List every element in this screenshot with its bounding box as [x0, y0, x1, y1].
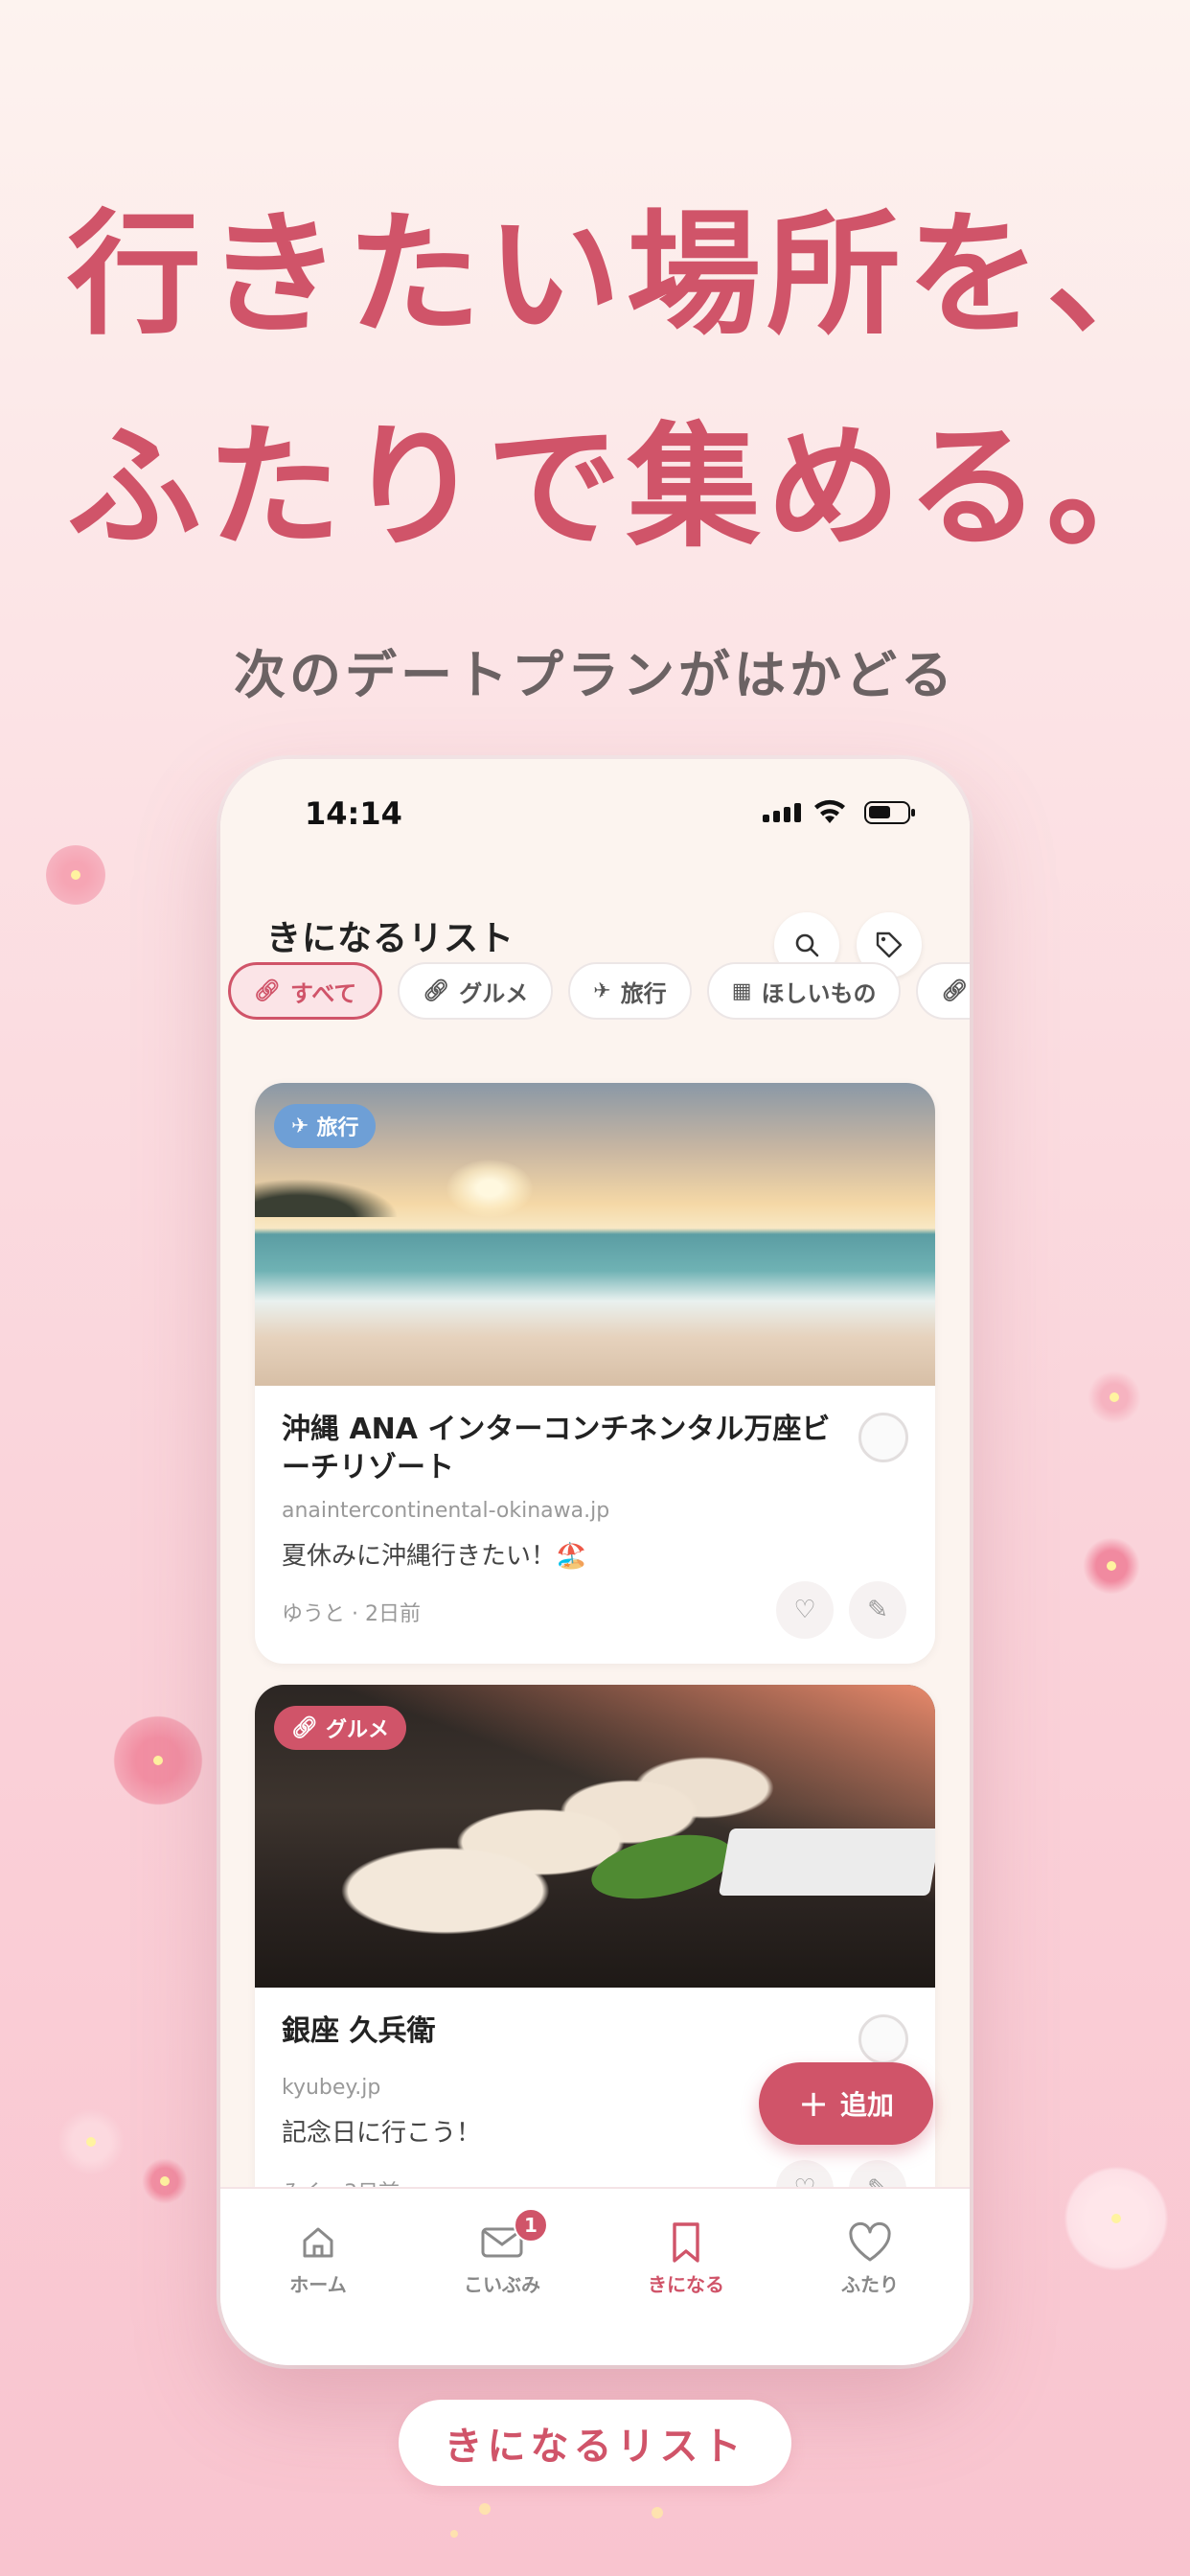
- bookmark-icon: [609, 2216, 763, 2269]
- tab-home[interactable]: ホーム: [241, 2216, 395, 2297]
- unread-badge: 1: [514, 2208, 548, 2242]
- card-meta: ゆうと · 2日前: [282, 1602, 421, 1626]
- gift-icon: ▦: [731, 978, 752, 1003]
- phone-frame: 14:14 きになるリスト 🔗︎すべて 🔗︎グルメ ✈旅行 ▦ほしいもの 🔗︎テ: [220, 759, 970, 2365]
- sushi-photo: 🔗︎ グルメ: [255, 1685, 935, 1988]
- filter-chip-all[interactable]: 🔗︎ すべて: [228, 962, 383, 1020]
- status-bar: 14:14: [220, 759, 970, 855]
- card-url: anaintercontinental-okinawa.jp: [282, 1499, 610, 1523]
- filter-chip-travel[interactable]: ✈ 旅行: [568, 962, 692, 1020]
- pencil-icon: ✎: [867, 2174, 888, 2187]
- page-title: きになるリスト: [266, 919, 515, 958]
- link-icon: 🔗︎: [941, 978, 969, 1003]
- headline-line-2: ふたりで集める。: [67, 410, 1187, 566]
- blossom-decoration: [46, 845, 105, 905]
- card-note: 夏休みに沖縄行きたい！🏖️: [282, 1542, 587, 1571]
- heart-icon: ♡: [793, 1596, 816, 1624]
- beach-photo: ✈ 旅行: [255, 1083, 935, 1386]
- add-button[interactable]: + 追加: [759, 2062, 933, 2145]
- bottom-tab-bar: ホーム 1 こいぶみ きになる ふたり: [220, 2187, 970, 2365]
- plane-icon: ✈: [291, 1114, 309, 1138]
- blossom-decoration: [57, 2108, 125, 2175]
- visited-checkbox[interactable]: [858, 1413, 908, 1462]
- plane-icon: ✈: [593, 978, 611, 1003]
- blossom-decoration: [1064, 2166, 1169, 2271]
- card-title: 沖縄 ANA インターコンチネンタル万座ビーチリゾート: [282, 1413, 831, 1484]
- status-time: 14:14: [305, 795, 402, 832]
- subheadline: 次のデートプランがはかどる: [234, 645, 956, 705]
- link-icon: 🔗︎: [291, 1715, 318, 1740]
- like-button[interactable]: ♡: [776, 1581, 834, 1639]
- link-icon: 🔗︎: [254, 978, 281, 1003]
- tag-icon: [876, 932, 903, 958]
- feature-label-pill: きになるリスト: [399, 2400, 791, 2486]
- blossom-decoration: [142, 2158, 188, 2204]
- tab-couple[interactable]: ふたり: [793, 2216, 947, 2297]
- category-tag: 🔗︎ グルメ: [274, 1706, 406, 1750]
- category-filter-bar: 🔗︎すべて 🔗︎グルメ ✈旅行 ▦ほしいもの 🔗︎テ: [228, 962, 970, 1020]
- wishlist-card[interactable]: ✈ 旅行 沖縄 ANA インターコンチネンタル万座ビーチリゾート anainter…: [255, 1083, 935, 1664]
- blossom-decoration: [1083, 1537, 1140, 1595]
- blossom-decoration: [113, 1715, 203, 1806]
- edit-button[interactable]: ✎: [849, 1581, 906, 1639]
- heart-icon: ♡: [793, 2174, 815, 2187]
- card-title: 銀座 久兵衛: [282, 2014, 436, 2048]
- pencil-icon: ✎: [867, 1596, 888, 1624]
- filter-chip-more[interactable]: 🔗︎テ: [916, 962, 970, 1020]
- edit-button[interactable]: ✎: [849, 2160, 906, 2187]
- visited-checkbox[interactable]: [858, 2014, 908, 2064]
- wishlist-feed: ✈ 旅行 沖縄 ANA インターコンチネンタル万座ビーチリゾート anainter…: [220, 1054, 970, 2187]
- filter-chip-gourmet[interactable]: 🔗︎ グルメ: [398, 962, 554, 1020]
- tab-wishlist[interactable]: きになる: [609, 2216, 763, 2297]
- plus-icon: +: [798, 2082, 829, 2125]
- wifi-icon: [812, 795, 847, 834]
- mail-icon: 1: [425, 2208, 579, 2269]
- search-icon: [795, 933, 819, 957]
- link-icon: 🔗︎: [423, 978, 450, 1003]
- blossom-decoration: [1087, 1370, 1141, 1424]
- home-icon: [241, 2216, 395, 2269]
- battery-icon: [864, 801, 915, 824]
- headline-line-1: 行きたい場所を、: [67, 197, 1187, 354]
- filter-chip-wishlist[interactable]: ▦ ほしいもの: [706, 962, 902, 1020]
- category-tag: ✈ 旅行: [274, 1104, 377, 1148]
- cellular-signal-icon: [763, 803, 801, 822]
- like-button[interactable]: ♡: [776, 2160, 834, 2187]
- card-meta: みく · 3日前: [282, 2175, 400, 2187]
- tab-letters[interactable]: 1 こいぶみ: [425, 2208, 579, 2297]
- app-header: きになるリスト 🔗︎すべて 🔗︎グルメ ✈旅行 ▦ほしいもの 🔗︎テ: [220, 855, 970, 1054]
- heart-icon: [793, 2216, 947, 2269]
